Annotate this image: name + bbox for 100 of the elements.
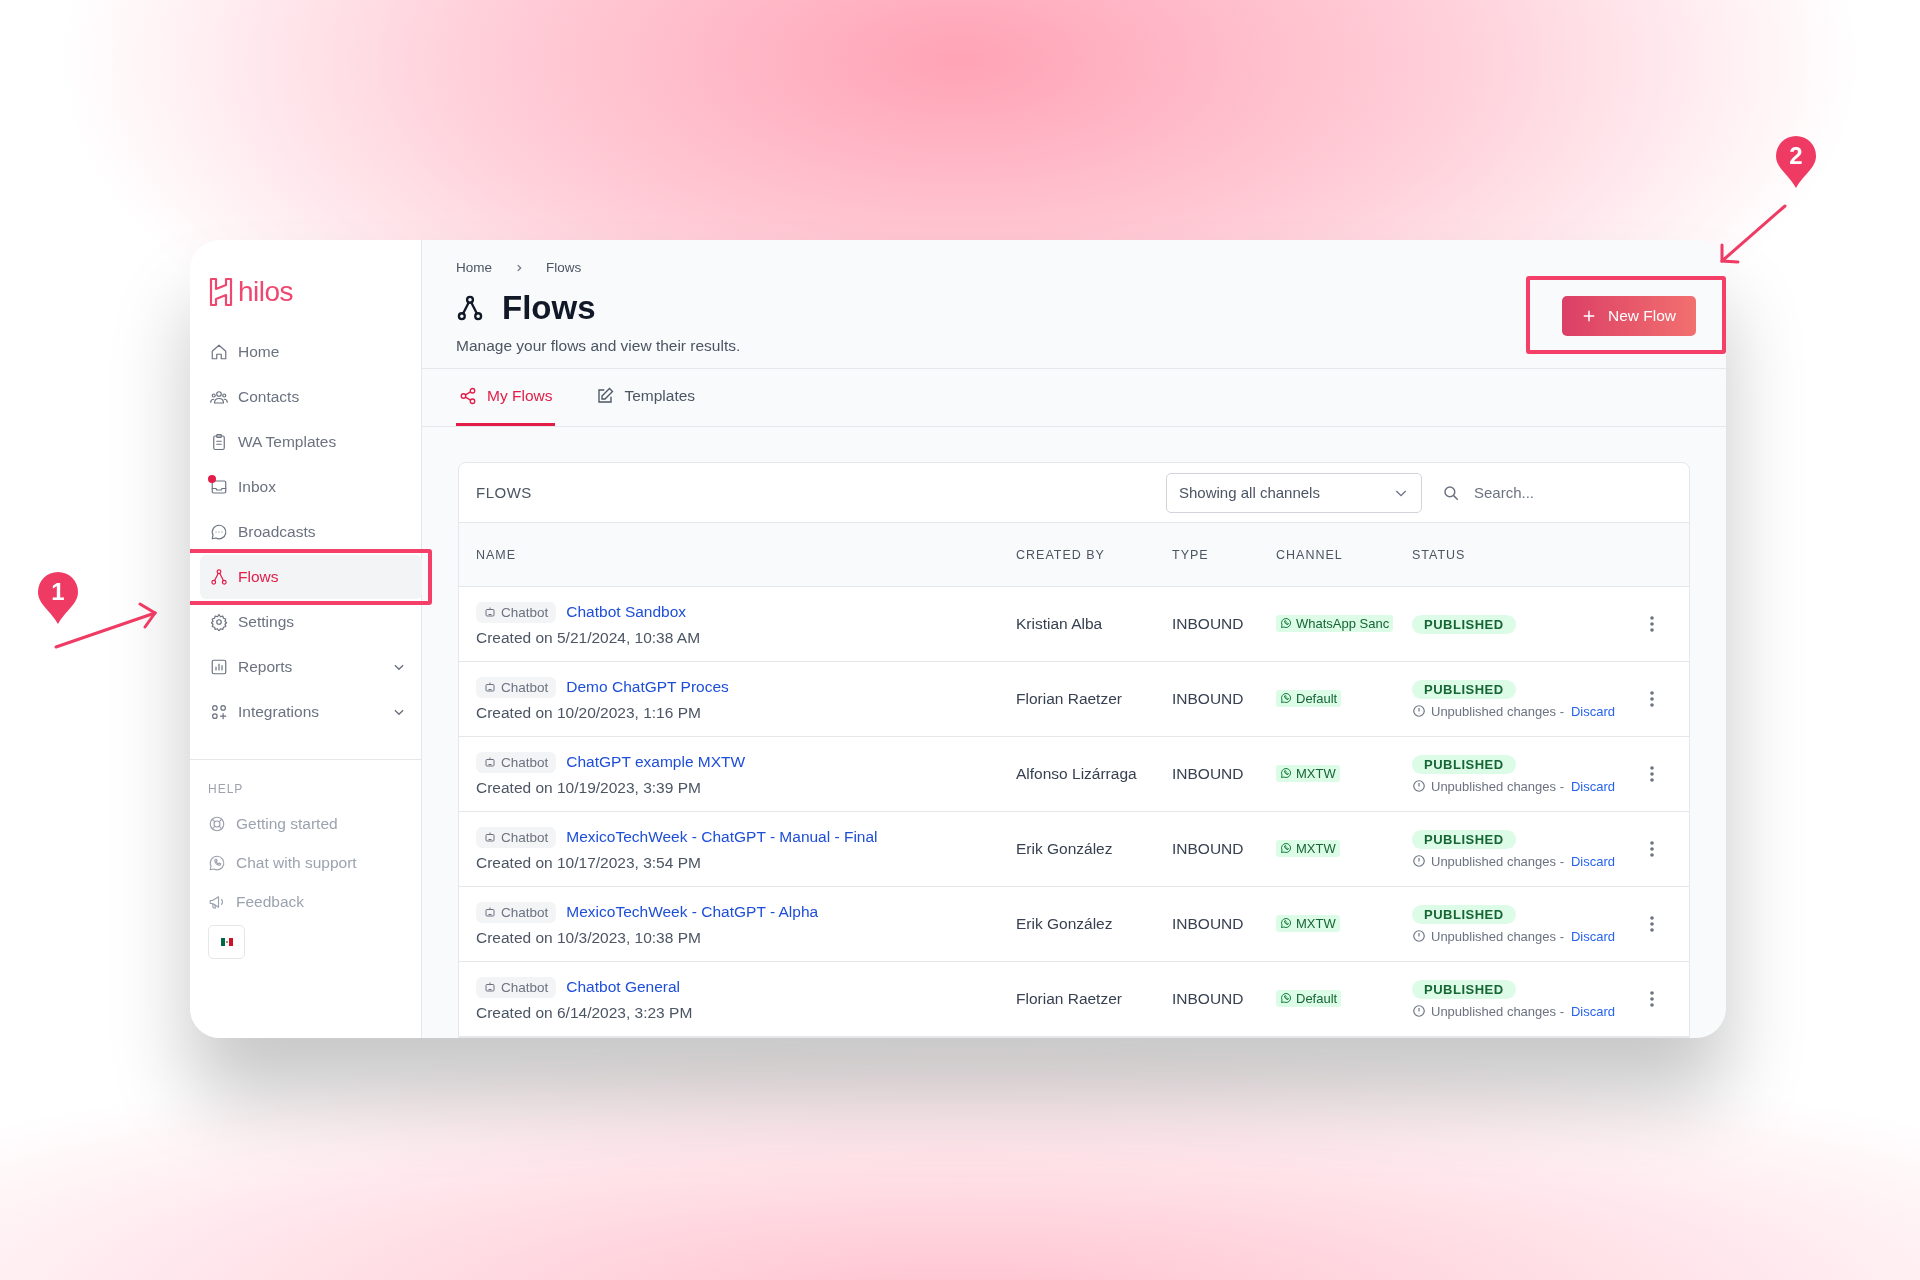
callout-marker: 1	[36, 570, 80, 626]
table-cell-text: Erik González	[1016, 915, 1114, 933]
status-badge: PUBLISHED	[1412, 829, 1516, 849]
more-icon	[1650, 916, 1654, 932]
tab[interactable]: Templates	[593, 369, 699, 426]
table-cell-text: INBOUND	[1172, 690, 1245, 708]
table-cell-text: Florian Raetzer	[1016, 690, 1123, 708]
breadcrumb-link[interactable]: Home	[456, 260, 492, 275]
sidebar-item[interactable]: Integrations	[200, 690, 422, 734]
type-tag: Chatbot	[476, 901, 557, 923]
sidebar-item[interactable]: Settings	[200, 600, 422, 644]
whatsapp-icon	[1280, 992, 1292, 1005]
channel-tag: MXTW	[1276, 914, 1340, 932]
robot-icon	[484, 756, 496, 768]
search-field[interactable]: Search...	[1472, 483, 1656, 502]
unpublished-note: Unpublished changes -	[1431, 1003, 1564, 1019]
flow-link[interactable]: MexicoTechWeek - ChatGPT - Manual - Final	[566, 828, 878, 846]
alert-circle-icon	[1412, 854, 1426, 868]
sidebar-item[interactable]: WA Templates	[200, 420, 422, 464]
inbox-icon	[210, 478, 228, 496]
page-subtitle: Manage your flows and view their results.	[456, 337, 741, 355]
created-date: Created on 10/20/2023, 1:16 PM	[476, 703, 702, 722]
edit-icon	[596, 387, 615, 405]
channel-tag: Default	[1276, 989, 1342, 1007]
search-icon	[1442, 483, 1460, 502]
alert-circle-icon	[1412, 929, 1426, 943]
section-heading: HELP	[207, 782, 245, 796]
discard-link[interactable]: Discard	[1571, 928, 1616, 944]
whatsapp-icon	[1280, 767, 1292, 780]
grid-icon	[210, 703, 228, 721]
type-tag: Chatbot	[476, 676, 557, 698]
column-header: TYPE	[1172, 547, 1210, 562]
table-cell-text: INBOUND	[1172, 615, 1245, 633]
clipboard-icon	[210, 433, 228, 451]
home-icon	[210, 343, 228, 361]
table-cell-text: INBOUND	[1172, 915, 1245, 933]
robot-icon	[484, 906, 496, 918]
flow-link[interactable]: ChatGPT example MXTW	[566, 753, 746, 771]
table-cell-text: Erik González	[1016, 840, 1114, 858]
alert-circle-icon	[1412, 779, 1426, 793]
table-title: FLOWS	[476, 484, 533, 501]
share-icon	[459, 387, 477, 405]
unpublished-note: Unpublished changes -	[1431, 853, 1564, 869]
type-tag: Chatbot	[476, 751, 557, 773]
created-date: Created on 10/3/2023, 10:38 PM	[476, 928, 702, 947]
flow-link[interactable]: Demo ChatGPT Proces	[566, 678, 729, 696]
table-cell-text: Kristian Alba	[1016, 615, 1104, 633]
flow-link[interactable]: Chatbot General	[566, 978, 681, 996]
alert-circle-icon	[1412, 1004, 1426, 1018]
flow-icon	[456, 294, 484, 322]
chart-icon	[210, 658, 228, 676]
status-badge: PUBLISHED	[1412, 979, 1516, 999]
sidebar-item[interactable]: Contacts	[200, 375, 422, 419]
flow-icon	[210, 568, 228, 586]
settings-icon	[210, 613, 228, 631]
language-button[interactable]	[208, 925, 245, 959]
sidebar-item[interactable]: Inbox	[200, 465, 422, 509]
type-tag: Chatbot	[476, 601, 557, 623]
robot-icon	[484, 681, 496, 693]
more-icon	[1650, 766, 1654, 782]
unpublished-note: Unpublished changes -	[1431, 778, 1564, 794]
flow-link[interactable]: MexicoTechWeek - ChatGPT - Alpha	[566, 903, 819, 921]
column-header: NAME	[476, 547, 518, 562]
whatsapp-icon	[1280, 917, 1292, 930]
type-tag: Chatbot	[476, 976, 557, 998]
created-date: Created on 10/19/2023, 3:39 PM	[476, 778, 702, 797]
robot-icon	[484, 831, 496, 843]
status-badge: PUBLISHED	[1412, 614, 1516, 634]
sidebar-item[interactable]: Reports	[200, 645, 422, 689]
chevron-right-icon	[514, 262, 524, 273]
table-cell-text: INBOUND	[1172, 840, 1245, 858]
robot-icon	[484, 606, 496, 618]
discard-link[interactable]: Discard	[1571, 703, 1616, 719]
robot-icon	[484, 981, 496, 993]
sidebar-item[interactable]: Broadcasts	[200, 510, 422, 554]
discard-link[interactable]: Discard	[1571, 778, 1616, 794]
phone-icon	[208, 853, 226, 872]
breadcrumb-current: Flows	[546, 260, 582, 275]
channel-dropdown[interactable]: Showing all channels	[1166, 472, 1422, 513]
discard-link[interactable]: Discard	[1571, 1003, 1616, 1019]
column-header: CHANNEL	[1276, 547, 1344, 562]
users-icon	[210, 388, 228, 406]
table-cell-text: INBOUND	[1172, 990, 1245, 1008]
table-cell-text: Alfonso Lizárraga	[1016, 765, 1138, 783]
lifebuoy-icon	[208, 814, 226, 833]
discard-link[interactable]: Discard	[1571, 853, 1616, 869]
status-badge: PUBLISHED	[1412, 904, 1516, 924]
whatsapp-icon	[1280, 692, 1292, 705]
sidebar-item[interactable]: Home	[200, 330, 422, 374]
status-badge: PUBLISHED	[1412, 679, 1516, 699]
more-icon	[1650, 691, 1654, 707]
created-date: Created on 10/17/2023, 3:54 PM	[476, 853, 702, 872]
flow-link[interactable]: Chatbot Sandbox	[566, 603, 687, 621]
status-badge: PUBLISHED	[1412, 754, 1516, 774]
column-header: STATUS	[1412, 547, 1467, 562]
sidebar-item[interactable]: Flows	[200, 555, 422, 599]
flag-icon	[220, 938, 233, 946]
tab[interactable]: My Flows	[456, 369, 556, 426]
new-flow-button[interactable]: New Flow	[1561, 296, 1696, 336]
table-cell-text: Florian Raetzer	[1016, 990, 1123, 1008]
